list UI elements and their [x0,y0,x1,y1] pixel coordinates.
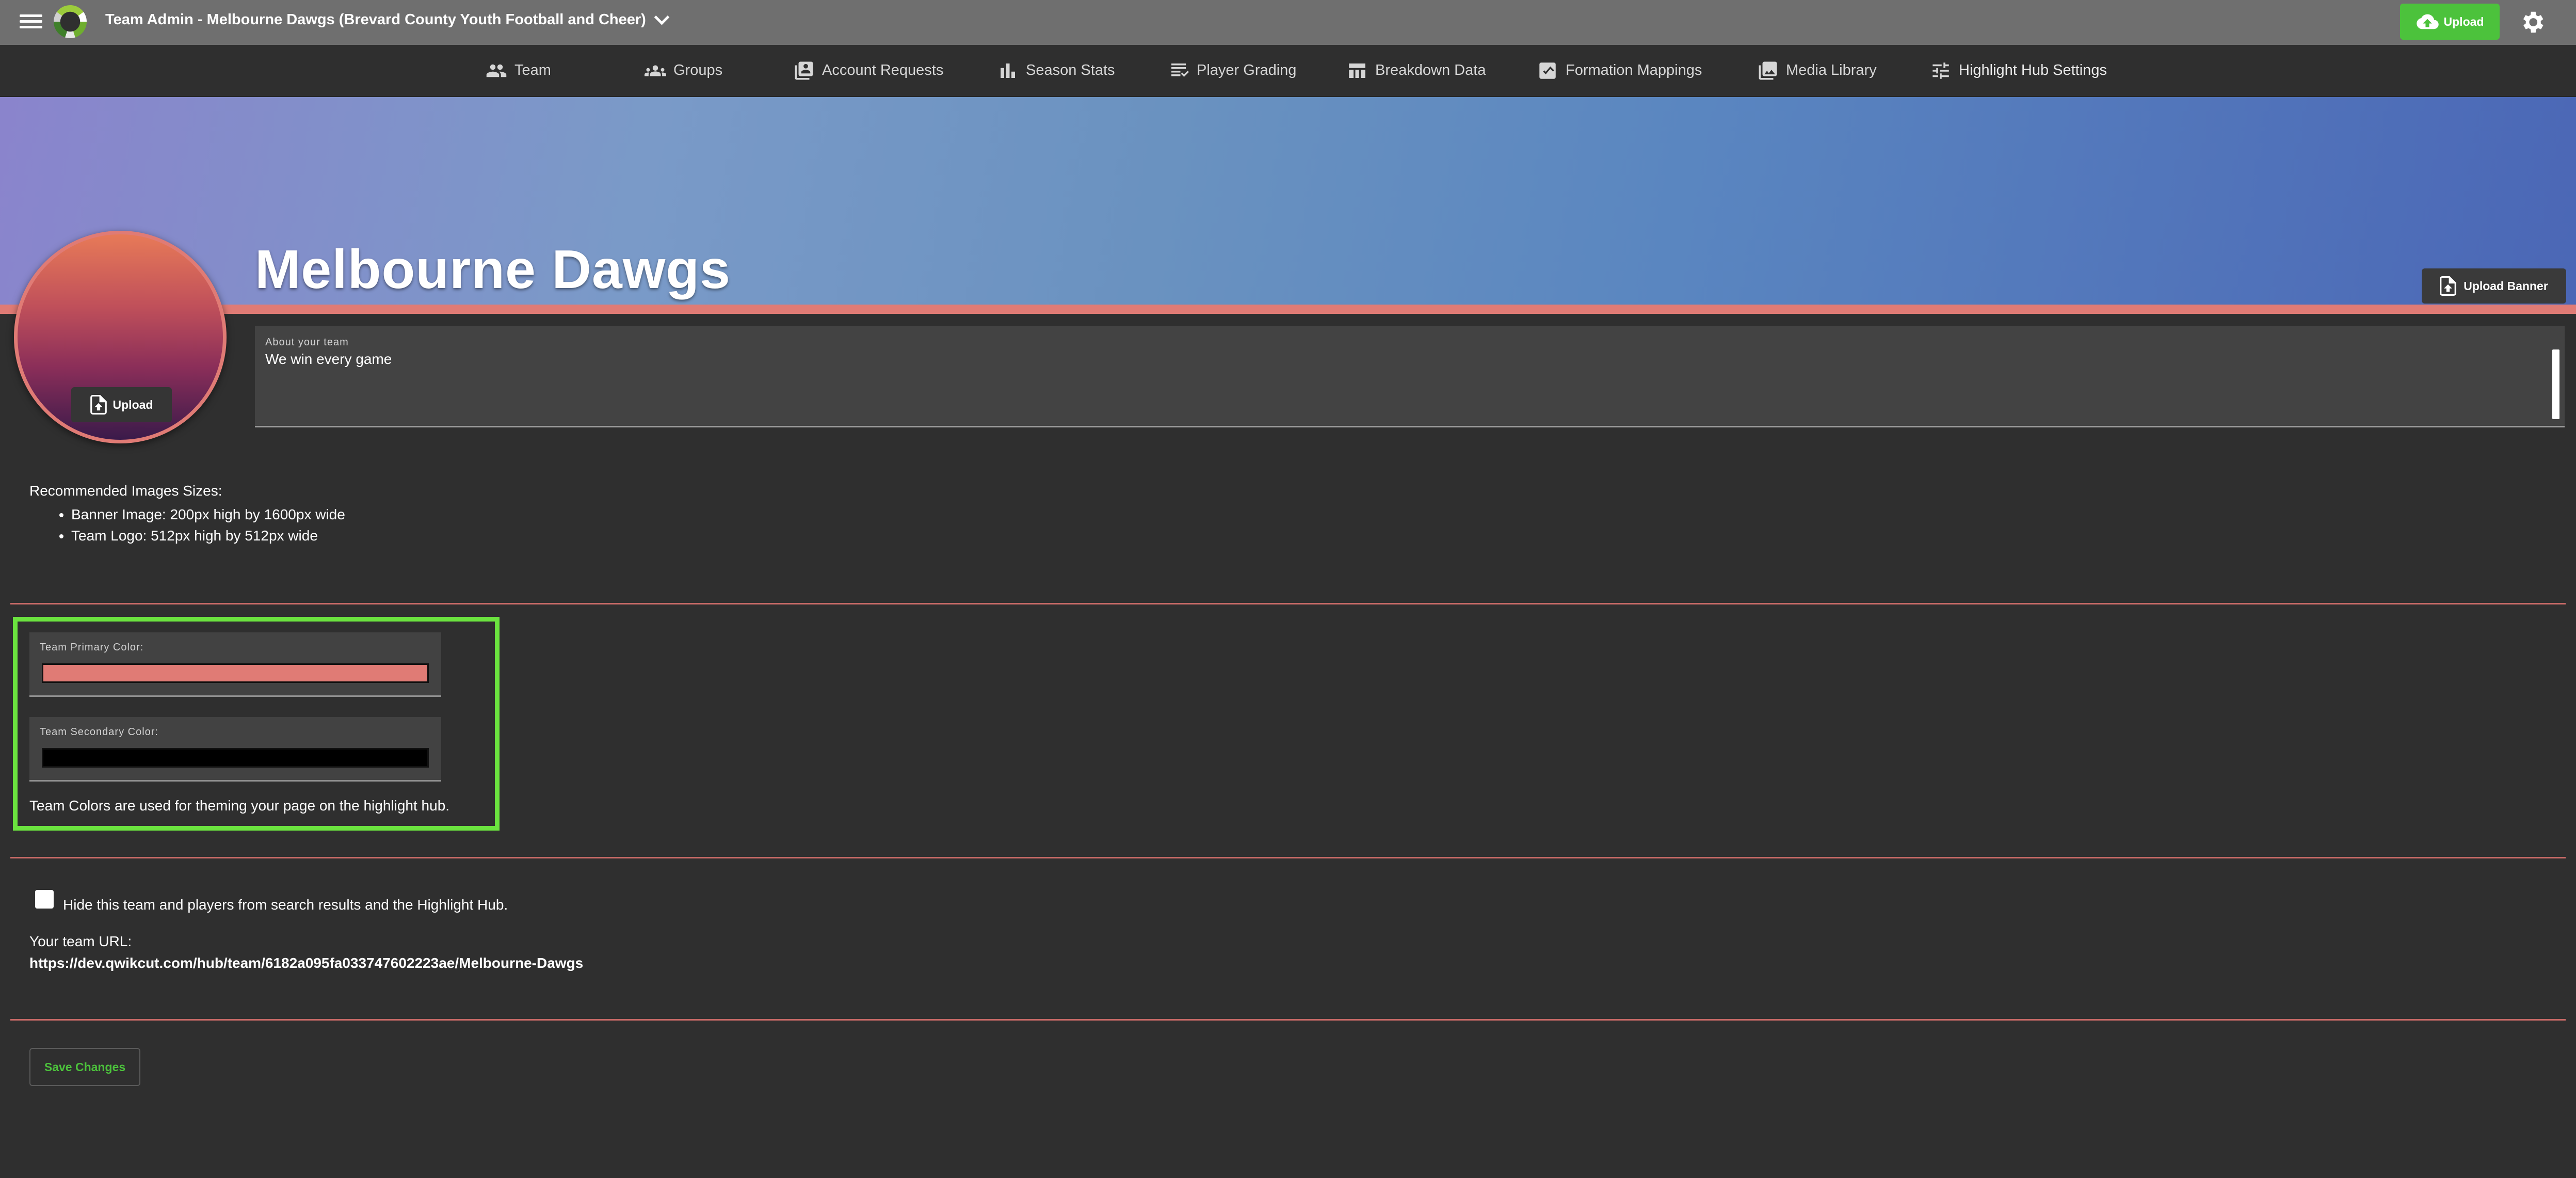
section-divider [10,1019,2566,1021]
tab-bar: Team Groups Account Requests Season Stat… [0,45,2576,141]
team-url-link[interactable]: https://dev.qwikcut.com/hub/team/6182a09… [29,955,583,972]
upload-logo-label: Upload [112,397,153,411]
formation-icon [1539,62,1556,79]
tab-account-requests-label: Account Requests [822,62,944,78]
bar-chart-icon [1001,63,1015,78]
save-changes-button[interactable]: Save Changes [29,1048,140,1086]
hide-team-checkbox[interactable] [35,890,54,909]
list-item: Banner Image: 200px high by 1600px wide [71,504,345,525]
team-url-label: Your team URL: [29,933,132,949]
secondary-color-swatch[interactable] [42,748,429,768]
upload-button-label: Upload [2443,14,2484,28]
tab-player-grading-label: Player Grading [1197,62,1297,78]
tab-season-stats-label: Season Stats [1026,62,1115,78]
tab-highlight-hub-settings[interactable]: Highlight Hub Settings [1930,45,2107,96]
file-upload-icon [2440,276,2457,296]
tab-breakdown-data-label: Breakdown Data [1375,62,1486,78]
about-scrollbar[interactable] [2552,349,2559,419]
upload-banner-label: Upload Banner [2464,279,2548,293]
app-bar: Team Admin - Melbourne Dawgs (Brevard Co… [0,0,2576,45]
recommended-sizes-list: Banner Image: 200px high by 1600px wide … [52,504,345,546]
account-requests-icon [795,61,813,79]
media-icon [1759,61,1777,79]
section-divider [10,857,2566,858]
team-name: Melbourne Dawgs [255,239,731,300]
section-divider [10,603,2566,604]
tab-groups[interactable]: Groups [645,45,722,96]
tab-formation-mappings-label: Formation Mappings [1566,62,1702,78]
tab-team-label: Team [514,62,551,78]
recommended-sizes-title: Recommended Images Sizes: [29,483,222,499]
cloud-upload-icon [2416,14,2439,29]
team-selector-label: Team Admin - Melbourne Dawgs (Brevard Co… [105,11,646,28]
about-team-label: About your team [265,337,349,348]
settings-gear-icon[interactable] [2518,8,2546,36]
table-icon [1349,63,1365,78]
tab-breakdown-data[interactable]: Breakdown Data [1346,45,1486,96]
primary-color-swatch[interactable] [42,663,429,683]
about-team-value[interactable]: We win every game [265,351,392,368]
tab-media-library[interactable]: Media Library [1757,45,1877,96]
tab-player-grading[interactable]: Player Grading [1168,45,1296,96]
file-upload-icon [90,395,107,415]
tab-account-requests[interactable]: Account Requests [793,45,943,96]
primary-color-label: Team Primary Color: [40,642,144,653]
about-team-field[interactable]: About your team We win every game [255,326,2565,427]
team-colors-note: Team Colors are used for theming your pa… [29,798,450,814]
tab-groups-label: Groups [673,62,723,78]
chevron-down-icon [654,9,670,25]
upload-logo-button[interactable]: Upload [71,387,172,422]
people-icon [486,64,507,77]
grading-icon [1171,63,1189,77]
primary-color-strip [0,305,2576,314]
qwikcut-logo [54,5,87,38]
team-selector[interactable]: Team Admin - Melbourne Dawgs (Brevard Co… [105,9,670,28]
tab-highlight-hub-settings-label: Highlight Hub Settings [1959,62,2107,78]
primary-color-field: Team Primary Color: [29,632,441,697]
tab-media-library-label: Media Library [1786,62,1877,78]
tab-formation-mappings[interactable]: Formation Mappings [1537,45,1702,96]
list-item: Team Logo: 512px high by 512px wide [71,525,345,546]
upload-banner-button[interactable]: Upload Banner [2422,268,2566,304]
upload-button[interactable]: Upload [2400,4,2500,40]
groups-icon [645,65,666,76]
tune-icon [1933,62,1949,79]
tab-season-stats[interactable]: Season Stats [997,45,1115,96]
secondary-color-label: Team Secondary Color: [40,726,158,738]
tab-team[interactable]: Team [486,45,551,96]
menu-icon[interactable] [20,11,42,34]
secondary-color-field: Team Secondary Color: [29,717,441,782]
hide-team-label: Hide this team and players from search r… [63,897,508,913]
